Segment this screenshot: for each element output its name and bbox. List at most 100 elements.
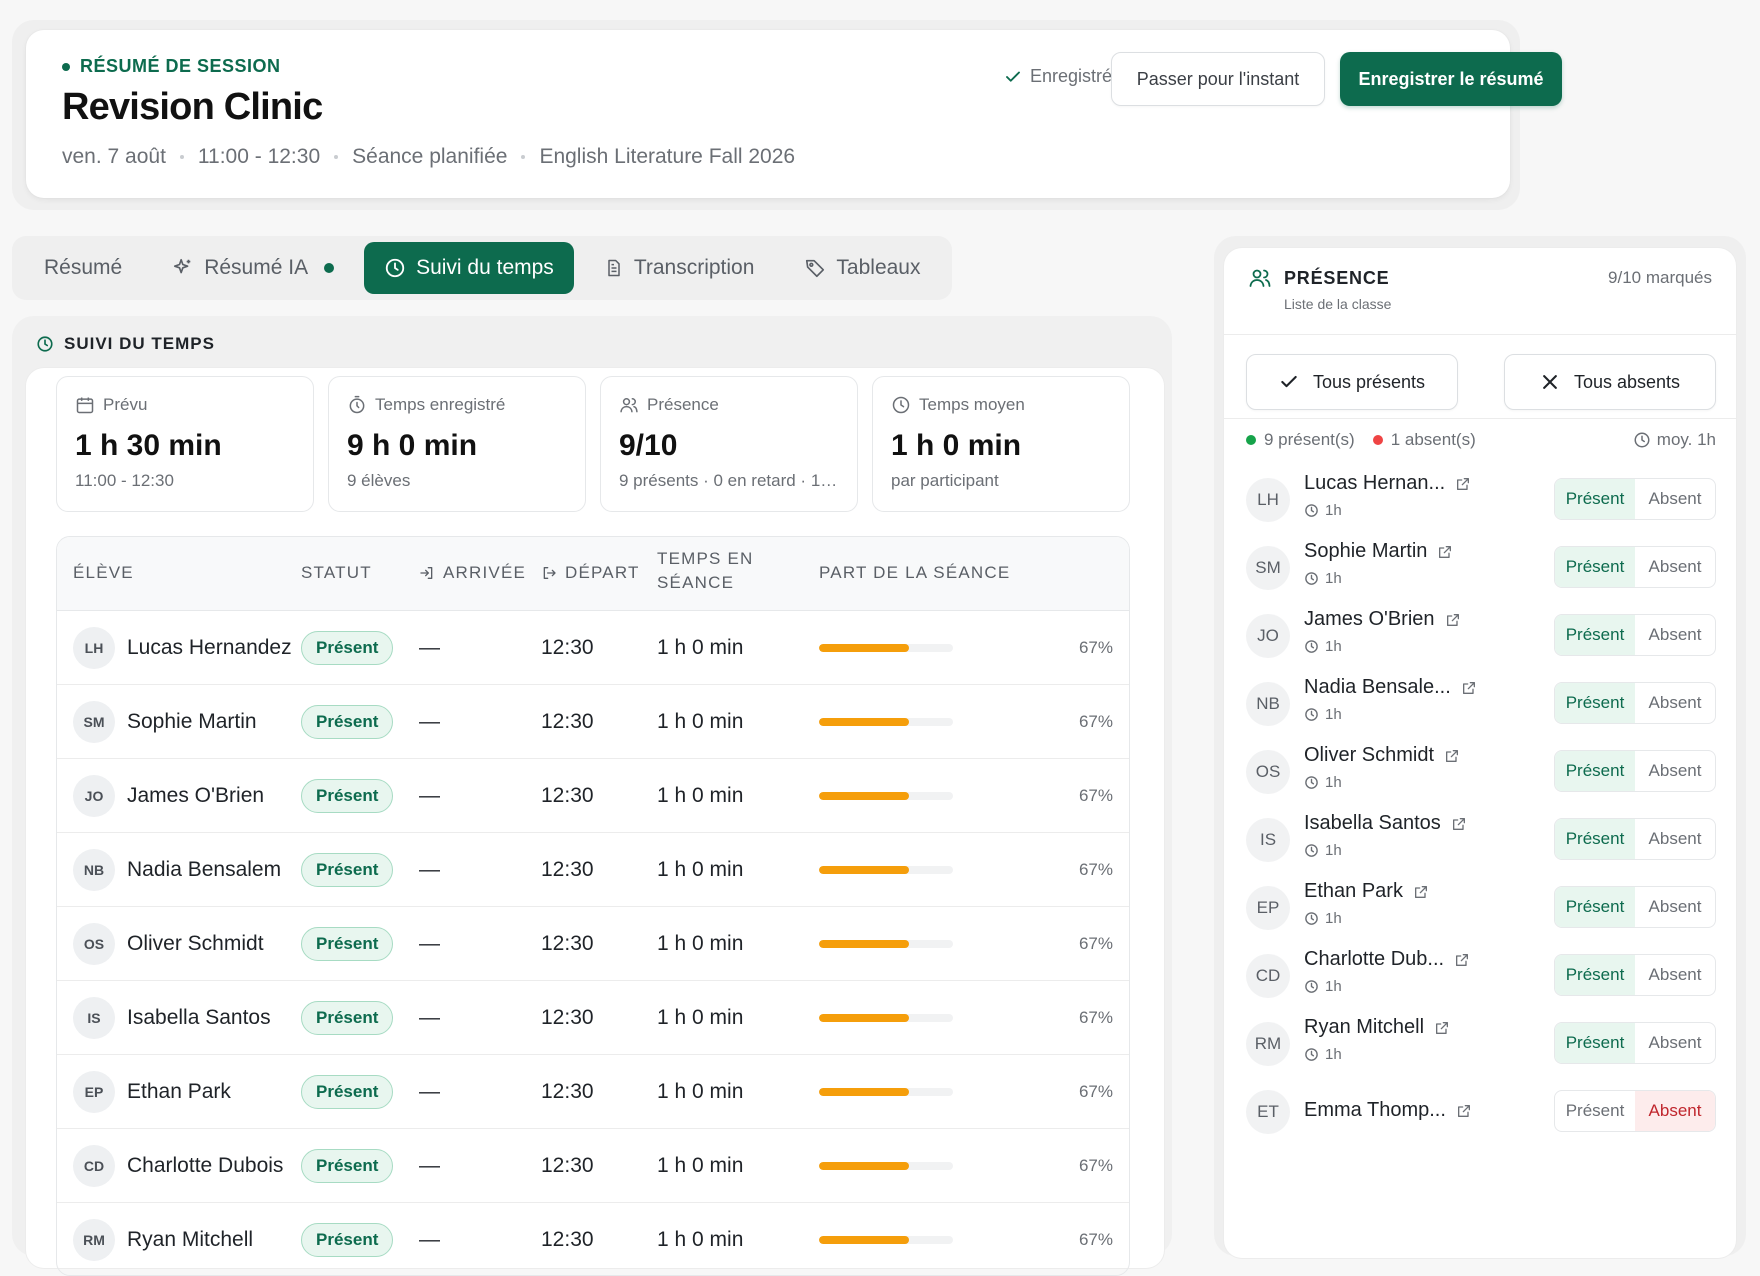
external-link-icon[interactable] — [1434, 1020, 1450, 1036]
attendance-row: IS Isabella Santos 1h Présent Absent — [1246, 810, 1716, 872]
present-option[interactable]: Présent — [1555, 479, 1635, 519]
table-row[interactable]: JO James O'Brien Présent — 12:30 1 h 0 min 67% — [57, 759, 1129, 833]
student-cell: CD Charlotte Dubois — [73, 1129, 283, 1203]
check-icon — [1006, 71, 1020, 82]
attendance-toggle: Présent Absent — [1554, 478, 1716, 520]
share-bar-fill — [819, 940, 909, 948]
attendance-row: NB Nadia Bensale... 1h Présent Absent — [1246, 674, 1716, 736]
external-link-icon[interactable] — [1445, 612, 1461, 628]
tab-summary[interactable]: Résumé — [24, 242, 142, 294]
new-indicator-dot — [324, 263, 335, 273]
external-link-icon[interactable] — [1454, 952, 1470, 968]
student-name: Ethan Park — [127, 1080, 231, 1103]
tab-time-tracking[interactable]: Suivi du temps — [364, 242, 574, 294]
status-cell: Présent — [301, 833, 394, 907]
status-cell: Présent — [301, 1203, 394, 1275]
absent-option[interactable]: Absent — [1635, 887, 1715, 927]
external-link-icon[interactable] — [1455, 476, 1471, 492]
share-bar-cell — [819, 759, 999, 833]
external-link-icon[interactable] — [1456, 1103, 1472, 1119]
present-option[interactable]: Présent — [1555, 1091, 1635, 1131]
student-name: Sophie Martin — [1304, 540, 1428, 562]
session-header: RÉSUMÉ DE SESSION Revision Clinic ven. 7… — [26, 30, 1562, 198]
present-option[interactable]: Présent — [1555, 683, 1635, 723]
share-bar-cell — [819, 685, 999, 759]
absent-option[interactable]: Absent — [1635, 751, 1715, 791]
skip-button[interactable]: Passer pour l'instant — [1111, 52, 1325, 106]
duration-label: 1h — [1325, 978, 1342, 995]
student-name: Nadia Bensalem — [127, 858, 282, 881]
table-row[interactable]: CD Charlotte Dubois Présent — 12:30 1 h 0 min… — [57, 1129, 1129, 1203]
avatar: RM — [73, 1219, 115, 1261]
share-percent-cell: 67% — [1079, 611, 1113, 685]
share-percent-cell: 67% — [1079, 907, 1113, 981]
tab-ai-summary[interactable]: Résumé IA — [152, 242, 354, 294]
absent-option[interactable]: Absent — [1635, 683, 1715, 723]
absent-option[interactable]: Absent — [1635, 547, 1715, 587]
present-dot-icon — [1246, 435, 1256, 445]
status-badge: Présent — [301, 631, 394, 665]
table-row[interactable]: EP Ethan Park Présent — 12:30 1 h 0 min 67% — [57, 1055, 1129, 1129]
departure-cell: 12:30 — [541, 858, 594, 881]
student-name: Oliver Schmidt — [1304, 744, 1435, 766]
absent-option[interactable]: Absent — [1635, 479, 1715, 519]
present-option[interactable]: Présent — [1555, 1023, 1635, 1063]
table-row[interactable]: RM Ryan Mitchell Présent — 12:30 1 h 0 min 67% — [57, 1203, 1129, 1275]
student-name-group: Ryan Mitchell — [1304, 1016, 1450, 1039]
share-bar-fill — [819, 1162, 909, 1170]
stat-cards: Prévu 1 h 30 min 11:00 - 12:30 Temps enr… — [56, 376, 1130, 512]
clock-icon — [1305, 912, 1318, 925]
time-cell: 1 h 0 min — [657, 636, 744, 659]
absent-option[interactable]: Absent — [1635, 955, 1715, 995]
status-cell: Présent — [301, 759, 394, 833]
present-option[interactable]: Présent — [1555, 751, 1635, 791]
save-summary-button[interactable]: Enregistrer le résumé — [1340, 52, 1562, 106]
student-cell: EP Ethan Park — [73, 1055, 231, 1129]
external-link-icon[interactable] — [1451, 816, 1467, 832]
external-link-icon[interactable] — [1413, 884, 1429, 900]
share-bar-cell — [819, 833, 999, 907]
duration-label: 1h — [1325, 570, 1342, 587]
table-row[interactable]: OS Oliver Schmidt Présent — 12:30 1 h 0 min 67… — [57, 907, 1129, 981]
calendar-icon — [76, 397, 94, 414]
duration: 1h — [1304, 638, 1342, 655]
absent-option[interactable]: Absent — [1635, 1091, 1715, 1131]
attendance-heading: PRÉSENCE — [1284, 267, 1390, 288]
present-option[interactable]: Présent — [1555, 615, 1635, 655]
present-option[interactable]: Présent — [1555, 887, 1635, 927]
absent-option[interactable]: Absent — [1635, 819, 1715, 859]
share-bar-fill — [819, 1014, 909, 1022]
present-option[interactable]: Présent — [1555, 819, 1635, 859]
table-row[interactable]: IS Isabella Santos Présent — 12:30 1 h 0 min 6… — [57, 981, 1129, 1055]
table-row[interactable]: SM Sophie Martin Présent — 12:30 1 h 0 min 67% — [57, 685, 1129, 759]
duration: 1h — [1304, 910, 1342, 927]
absent-option[interactable]: Absent — [1635, 1023, 1715, 1063]
departure-cell: 12:30 — [541, 1006, 594, 1029]
student-cell: LH Lucas Hernandez — [73, 611, 292, 685]
table-row[interactable]: LH Lucas Hernandez Présent — 12:30 1 h 0 min 6… — [57, 611, 1129, 685]
external-link-icon[interactable] — [1444, 748, 1460, 764]
status-cell: Présent — [301, 907, 394, 981]
arrival-cell: — — [419, 1228, 440, 1251]
mark-all-absent-button[interactable]: Tous absents — [1504, 354, 1716, 410]
status-badge: Présent — [301, 1223, 394, 1257]
external-link-icon[interactable] — [1461, 680, 1477, 696]
departure-cell: 12:30 — [541, 710, 594, 733]
external-link-icon[interactable] — [1437, 544, 1453, 560]
absent-option[interactable]: Absent — [1635, 615, 1715, 655]
divider — [1224, 418, 1736, 419]
share-bar-fill — [819, 866, 909, 874]
mark-all-present-button[interactable]: Tous présents — [1246, 354, 1458, 410]
present-option[interactable]: Présent — [1555, 955, 1635, 995]
student-name: Ryan Mitchell — [127, 1228, 254, 1251]
avatar: JO — [73, 775, 115, 817]
share-bar-track — [819, 644, 953, 652]
tab-transcription[interactable]: Transcription — [584, 242, 775, 294]
check-icon — [1281, 375, 1297, 388]
share-percent: 67% — [1078, 712, 1113, 731]
share-percent-cell: 67% — [1079, 685, 1113, 759]
table-row[interactable]: NB Nadia Bensalem Présent — 12:30 1 h 0 min 67… — [57, 833, 1129, 907]
tab-boards[interactable]: Tableaux — [784, 242, 940, 294]
present-option[interactable]: Présent — [1555, 547, 1635, 587]
stat-subtext: 9 élèves — [347, 471, 411, 490]
